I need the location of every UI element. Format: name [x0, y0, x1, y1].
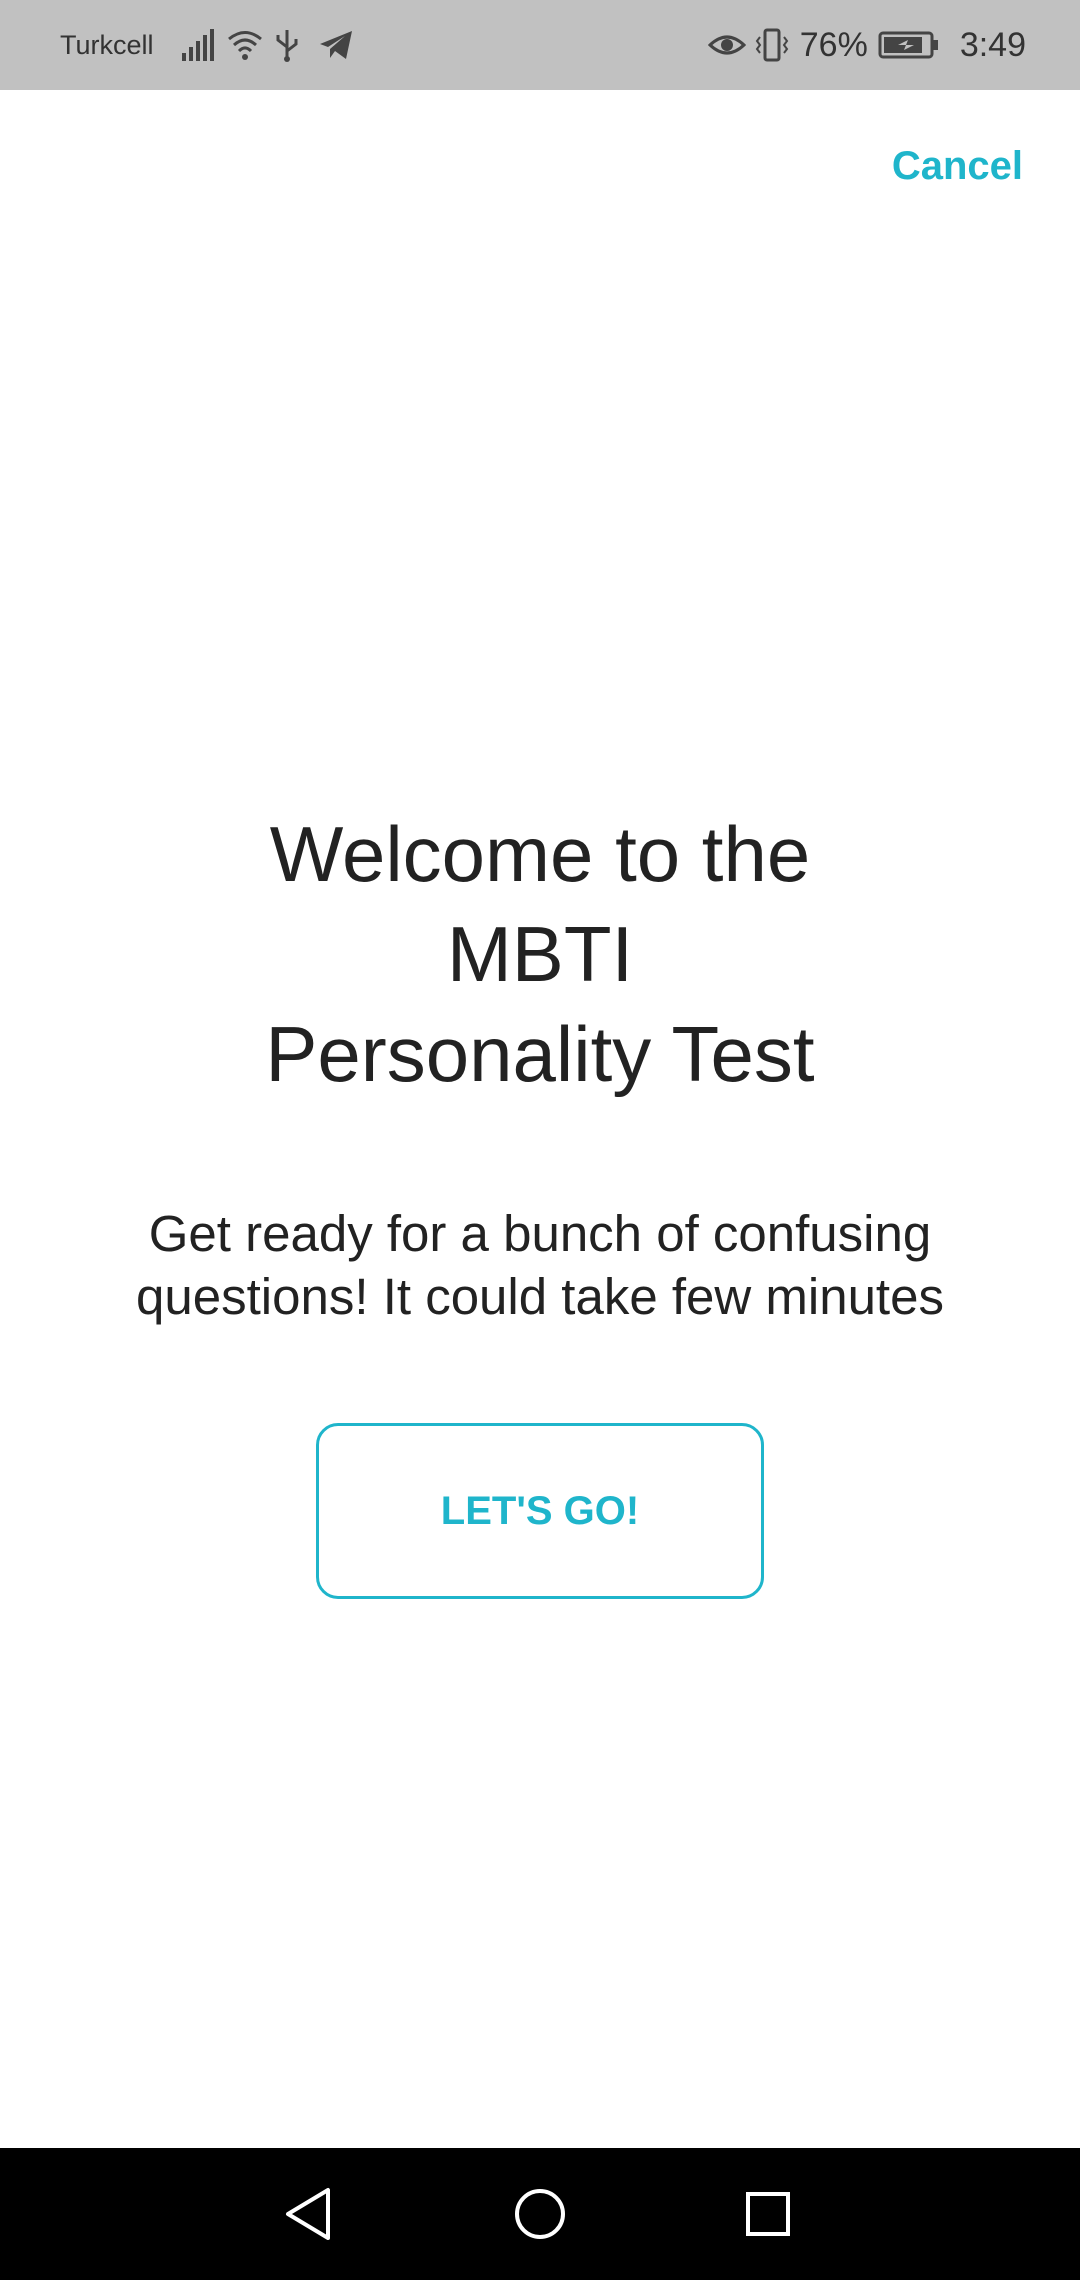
telegram-icon [318, 27, 354, 63]
battery-icon [878, 27, 940, 63]
navigation-bar [0, 2148, 1080, 2280]
status-left: Turkcell [60, 0, 364, 90]
home-icon[interactable] [500, 2174, 580, 2254]
subtitle-line: questions! It could take few minutes [136, 1268, 944, 1325]
carrier-name: Turkcell [60, 29, 154, 60]
title-line: Welcome to the [269, 810, 811, 898]
back-icon[interactable] [270, 2174, 350, 2254]
cancel-button[interactable]: Cancel [892, 144, 1023, 189]
eye-icon [707, 27, 746, 63]
page-subtitle: Get ready for a bunch of confusing quest… [60, 1202, 1020, 1328]
wifi-icon [226, 27, 262, 63]
usb-icon [272, 27, 308, 63]
vibrate-icon [754, 27, 790, 63]
page-title: Welcome to the MBTI Personality Test [0, 804, 1080, 1104]
subtitle-line: Get ready for a bunch of confusing [148, 1205, 932, 1262]
title-line: Personality Test [265, 1010, 815, 1098]
lets-go-button[interactable]: LET'S GO! [316, 1423, 764, 1599]
recents-icon[interactable] [728, 2174, 808, 2254]
title-line: MBTI [446, 910, 634, 998]
signal-icon [180, 27, 216, 63]
status-right: 76% 3:49 [707, 0, 1026, 90]
battery-percent: 76% [799, 25, 868, 64]
status-bar: Turkcell 76% 3:49 [0, 0, 1080, 90]
clock: 3:49 [959, 25, 1026, 64]
